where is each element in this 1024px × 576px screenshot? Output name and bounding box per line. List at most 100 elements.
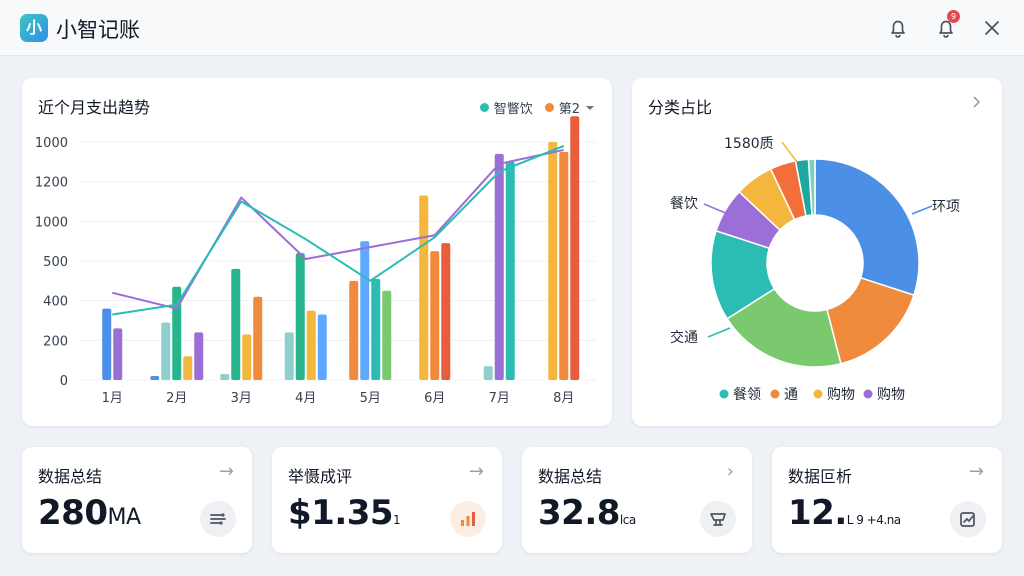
notification-badge: 9 (947, 10, 960, 23)
bar[interactable] (360, 241, 370, 380)
filter-lines-icon (210, 513, 226, 525)
category-donut-chart: 1580质餐饮 环项交通餐领 通 购物 购物 (670, 136, 960, 403)
callout-label: 餐饮 (670, 196, 698, 212)
callout-label: 环项 (932, 199, 960, 215)
y-tick-label: 0 (60, 374, 68, 389)
notification-button[interactable] (884, 14, 912, 42)
stat-title: 数据总结 (38, 467, 103, 486)
bar[interactable] (494, 153, 504, 380)
stat-title: 举慑成评 (288, 467, 353, 486)
bar[interactable] (430, 251, 440, 380)
stat-title: 数据总结 (538, 467, 603, 486)
trend-card: 近个月支出趋势 智瞥饮 第2 0 200 400 500 1000 1200 1000 1月 2… (22, 78, 612, 426)
bell-icon (891, 20, 905, 38)
app-title: 小智记账 (56, 18, 140, 42)
stat-suffix: 1 (393, 513, 401, 527)
bar[interactable] (505, 161, 515, 380)
legend-dot (770, 389, 780, 399)
stat-value: 32.8lca (538, 493, 636, 533)
stat-icon-badge (200, 501, 236, 537)
y-tick-label: 400 (43, 295, 68, 310)
bar[interactable] (161, 322, 171, 380)
x-tick-label: 1月 (102, 391, 123, 406)
bar[interactable] (306, 310, 316, 380)
bar[interactable] (349, 280, 359, 380)
legend-label[interactable]: 购物 (827, 387, 855, 403)
legend-label[interactable]: 购物 (877, 387, 905, 403)
bar[interactable] (419, 195, 429, 380)
arrow-right-icon[interactable]: → (219, 461, 234, 482)
stat-number: 32.8 (538, 493, 620, 533)
bar[interactable] (183, 356, 193, 380)
top-bar: 小 小智记账 9 (0, 0, 1024, 56)
bar[interactable] (295, 253, 305, 380)
bar-chart-icon (461, 512, 475, 526)
stat-card-2[interactable]: 举慑成评 → $1.351 (272, 447, 502, 553)
y-tick-label: 500 (43, 255, 68, 270)
legend-label[interactable]: 通 (784, 387, 798, 403)
bar[interactable] (242, 334, 252, 380)
bar[interactable] (559, 151, 569, 380)
donut-slice[interactable] (814, 158, 920, 297)
stat-icon-badge (950, 501, 986, 537)
bar[interactable] (220, 374, 230, 380)
bar[interactable] (194, 332, 204, 380)
y-tick-label: 200 (43, 334, 68, 349)
callout-label: 交通 (670, 329, 698, 346)
category-card: 分类占比 1580质 餐饮 环项 交通 餐领通购物 购物 (632, 78, 1002, 426)
y-tick-label: 1200 (35, 176, 68, 191)
donut-slice[interactable] (826, 276, 915, 365)
x-tick-label: 7月 (489, 391, 510, 406)
callout-line (703, 203, 729, 215)
bar[interactable] (483, 366, 493, 380)
stat-number: 12. (788, 493, 847, 533)
bar[interactable] (371, 278, 381, 380)
close-button[interactable] (978, 14, 1006, 42)
stat-card-1[interactable]: 数据总结 → 280MA (22, 447, 252, 553)
bar[interactable] (570, 116, 580, 380)
bar[interactable] (382, 290, 392, 380)
app-logo: 小 (20, 14, 48, 42)
stat-card-4[interactable]: 数据叵析 → 12.L 9 +4.na (772, 447, 1002, 553)
stat-card-3[interactable]: 数据总结 › 32.8lca (522, 447, 752, 553)
stat-value: 12.L 9 +4.na (788, 493, 901, 533)
callout-line (707, 327, 731, 338)
callout-line (911, 205, 933, 215)
stat-suffix: lca (619, 513, 636, 527)
legend-label[interactable]: 餐领 (733, 387, 761, 403)
stat-value: $1.351 (288, 493, 401, 533)
bar[interactable] (113, 328, 123, 380)
stat-icon-badge (450, 501, 486, 537)
bar[interactable] (441, 243, 451, 380)
x-tick-label: 6月 (424, 391, 445, 406)
chevron-right-icon[interactable]: › (727, 461, 734, 482)
bar[interactable] (231, 268, 241, 380)
bar[interactable] (317, 314, 327, 380)
cart-icon (710, 513, 726, 526)
stat-suffix: L 9 +4.na (846, 513, 901, 527)
chart-edit-icon (960, 512, 975, 527)
close-icon (985, 21, 999, 35)
y-tick-label: 1000 (35, 136, 68, 151)
x-tick-label: 5月 (360, 391, 381, 406)
legend-dot (813, 389, 823, 399)
legend-dot (719, 389, 729, 399)
legend-dot (863, 389, 873, 399)
stat-number: 280 (38, 493, 108, 533)
arrow-right-icon[interactable]: → (469, 461, 484, 482)
stat-number: $1.35 (288, 493, 394, 533)
bar[interactable] (150, 376, 160, 380)
x-tick-label: 8月 (553, 391, 574, 406)
stat-unit: MA (107, 505, 141, 530)
stat-title: 数据叵析 (788, 467, 853, 486)
bar[interactable] (284, 332, 294, 380)
bar[interactable] (253, 296, 263, 380)
stat-icon-badge (700, 501, 736, 537)
bar[interactable] (548, 142, 558, 380)
y-tick-label: 1000 (35, 215, 68, 230)
x-tick-label: 2月 (166, 391, 187, 406)
bar[interactable] (102, 308, 112, 380)
arrow-right-icon[interactable]: → (969, 461, 984, 482)
x-tick-label: 4月 (295, 391, 316, 406)
alerts-button[interactable]: 9 (932, 10, 960, 42)
